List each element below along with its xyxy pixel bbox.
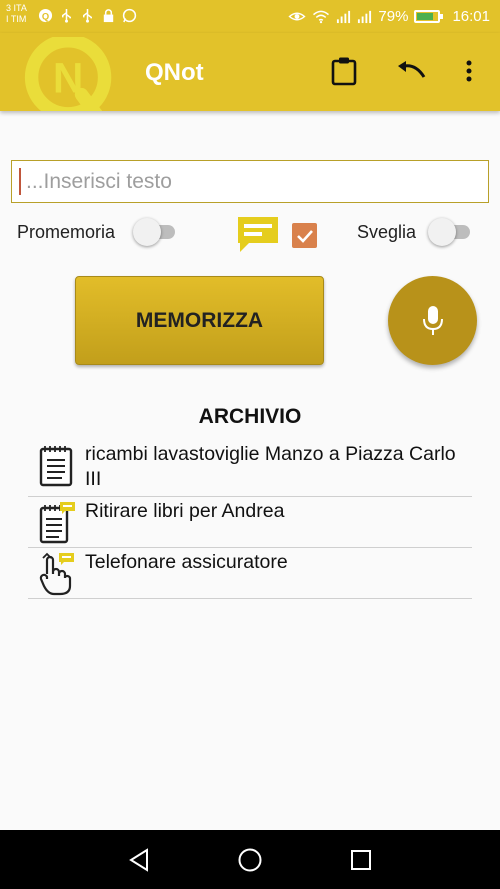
home-icon	[238, 848, 262, 872]
app-bar: N QNot	[0, 33, 500, 111]
carrier-line-1: 3 ITA	[6, 3, 27, 13]
status-bar: 3 ITA I TIM Q 79% 16:01	[0, 0, 500, 33]
svg-text:Q: Q	[42, 11, 49, 21]
touch-message-icon	[39, 552, 74, 596]
app-title: QNot	[145, 59, 204, 86]
carrier-line-2: I TIM	[6, 14, 27, 24]
recents-button[interactable]	[346, 845, 376, 875]
list-item[interactable]: ricambi lavastoviglie Manzo a Piazza Car…	[28, 440, 472, 497]
message-checkbox[interactable]	[292, 223, 317, 248]
microphone-icon	[422, 305, 443, 335]
usb-icon	[62, 8, 71, 23]
undo-button[interactable]	[389, 49, 433, 93]
svg-text:N: N	[53, 55, 84, 102]
archive-list: ricambi lavastoviglie Manzo a Piazza Car…	[28, 440, 472, 599]
wifi-icon	[313, 10, 330, 24]
lock-icon	[103, 9, 114, 23]
eye-icon	[288, 12, 306, 21]
message-icon	[238, 217, 278, 252]
clipboard-button[interactable]	[322, 49, 366, 93]
reminder-switch-thumb	[133, 218, 161, 246]
archive-title: ARCHIVIO	[198, 405, 302, 428]
undo-icon	[398, 61, 426, 78]
reminder-switch[interactable]	[133, 218, 179, 246]
usb-icon-2	[83, 8, 92, 23]
list-item-text: Telefonare assicuratore	[85, 551, 288, 573]
notepad-message-icon	[39, 502, 75, 544]
more-vert-icon	[466, 60, 472, 82]
microphone-button[interactable]	[388, 276, 477, 365]
back-button[interactable]	[124, 845, 154, 875]
signal-icon	[337, 10, 351, 24]
carrier-info: 3 ITA I TIM	[6, 3, 27, 25]
alarm-switch-thumb	[428, 218, 456, 246]
list-item[interactable]: Ritirare libri per Andrea	[28, 497, 472, 548]
list-item-text: Ritirare libri per Andrea	[85, 500, 285, 522]
alarm-switch[interactable]	[428, 218, 474, 246]
text-input[interactable]	[11, 160, 489, 203]
memorize-button[interactable]: MEMORIZZA	[75, 276, 324, 365]
navigation-bar	[0, 830, 500, 889]
battery-icon	[414, 10, 444, 23]
alarm-label: Sveglia	[357, 222, 417, 242]
battery-percentage: 79%	[378, 8, 409, 25]
back-icon	[129, 848, 148, 872]
check-icon	[296, 229, 313, 243]
text-cursor	[19, 168, 21, 195]
battery-level	[417, 13, 434, 20]
notepad-icon	[39, 446, 73, 487]
notification-icons: Q	[38, 8, 137, 23]
qnot-notification-icon: Q	[38, 8, 53, 23]
list-item[interactable]: Telefonare assicuratore	[28, 548, 472, 599]
clock: 16:01	[452, 8, 490, 25]
whatsapp-icon	[122, 8, 137, 23]
signal-icon-2	[358, 10, 372, 24]
recents-icon	[351, 850, 371, 870]
more-options-button[interactable]	[447, 49, 491, 93]
home-button[interactable]	[235, 845, 265, 875]
clipboard-icon	[331, 57, 357, 86]
status-right: 79% 16:01	[288, 0, 490, 33]
list-item-text: ricambi lavastoviglie Manzo a Piazza Car…	[85, 443, 456, 490]
qnot-logo-icon: N	[24, 37, 112, 111]
reminder-label: Promemoria	[17, 222, 116, 242]
